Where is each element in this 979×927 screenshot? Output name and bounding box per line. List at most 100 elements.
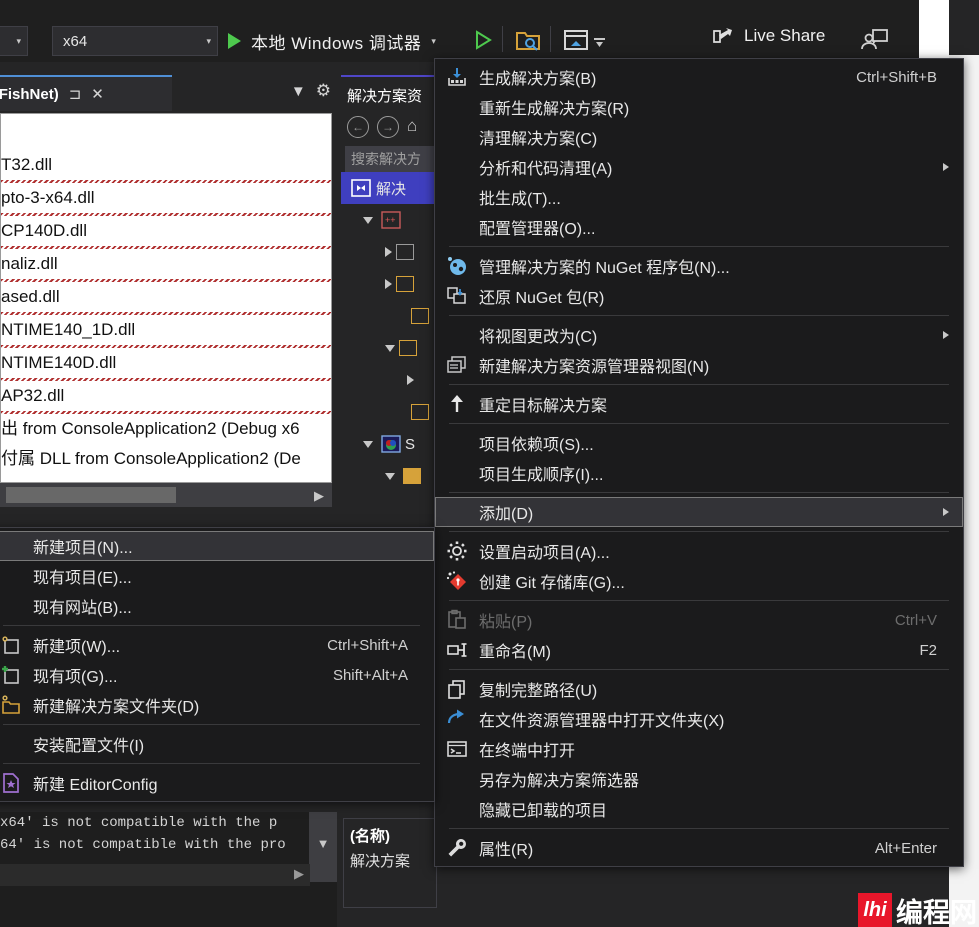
menu-item-label: 复制完整路径(U) <box>479 683 598 700</box>
open-folder-explorer-icon <box>435 708 479 730</box>
account-icon[interactable] <box>858 24 890 56</box>
solution-explorer-search-input[interactable]: 搜索解决方 <box>345 146 437 172</box>
configuration-combo[interactable]: g ▾ <box>0 26 28 56</box>
menu-separator <box>449 492 949 493</box>
menu-item[interactable]: 添加(D) <box>435 497 963 527</box>
menu-item[interactable]: 批生成(T)... <box>435 182 963 212</box>
filter-icon[interactable]: ▼ <box>291 83 306 100</box>
tree-node[interactable] <box>341 236 437 268</box>
menu-item[interactable]: 重命名(M) F2 <box>435 635 963 665</box>
menu-item[interactable]: 配置管理器(O)... <box>435 212 963 242</box>
error-line: x64' is not compatible with the p <box>0 815 278 831</box>
expander-icon[interactable] <box>407 375 414 385</box>
menu-item[interactable]: 新建项目(N)... <box>0 531 434 561</box>
expander-icon[interactable] <box>385 344 395 352</box>
menu-item[interactable]: 创建 Git 存储库(G)... <box>435 566 963 596</box>
document-editor[interactable]: T32.dll pto-3-x64.dll CP140D.dll naliz.dll a… <box>0 113 332 483</box>
menu-item-label: 项目依赖项(S)... <box>479 437 594 454</box>
menu-item[interactable]: 重定目标解决方案 <box>435 389 963 419</box>
menu-item[interactable]: 新建解决方案文件夹(D) <box>0 690 434 720</box>
start-debugging-button[interactable]: 本地 Windows 调试器 ▾ <box>228 24 436 58</box>
project-node[interactable]: ++ <box>341 204 437 236</box>
live-share-button[interactable]: Live Share <box>710 24 825 48</box>
expander-icon[interactable] <box>385 472 395 480</box>
chevron-down-icon: ▾ <box>206 35 211 46</box>
menu-item[interactable]: 隐藏已卸载的项目 <box>435 794 963 824</box>
expander-icon[interactable] <box>363 216 373 224</box>
open-folder-search-icon[interactable] <box>512 24 544 56</box>
toolbar-overflow-icon[interactable] <box>592 34 608 50</box>
solution-root-label: 解决 <box>376 180 407 198</box>
menu-item[interactable]: 新建 EditorConfig <box>0 768 434 798</box>
scroll-right-arrow-icon[interactable]: ▶ <box>294 866 304 882</box>
expander-icon[interactable] <box>363 440 373 448</box>
menu-item[interactable]: 现有项(G)... Shift+Alt+A <box>0 660 434 690</box>
document-line: naliz.dll <box>1 254 58 273</box>
menu-item[interactable]: 复制完整路径(U) <box>435 674 963 704</box>
menu-item-shortcut: Alt+Enter <box>874 839 937 857</box>
tree-node[interactable] <box>341 300 437 332</box>
tree-node[interactable] <box>341 332 437 364</box>
menu-item[interactable]: 生成解决方案(B) Ctrl+Shift+B <box>435 62 963 92</box>
document-line: NTIME140D.dll <box>1 353 117 372</box>
solution-icon <box>351 179 371 197</box>
menu-item[interactable]: 安装配置文件(I) <box>0 729 434 759</box>
menu-item-label: 批生成(T)... <box>479 191 561 208</box>
menu-item[interactable]: 在终端中打开 <box>435 734 963 764</box>
menu-item[interactable]: 新建解决方案资源管理器视图(N) <box>435 350 963 380</box>
menu-item[interactable]: 项目依赖项(S)... <box>435 428 963 458</box>
main-toolbar: g ▾ x64 ▾ 本地 Windows 调试器 ▾ <box>0 0 949 62</box>
gear-icon[interactable]: ⚙ <box>316 81 331 101</box>
tree-node-s[interactable]: S <box>341 428 437 460</box>
scroll-down-arrow-icon[interactable]: ▼ <box>309 812 337 851</box>
menu-item-label: 重新生成解决方案(R) <box>479 101 630 118</box>
back-icon[interactable]: ← <box>347 116 369 138</box>
menu-item[interactable]: 项目生成顺序(I)... <box>435 458 963 488</box>
error-list-hscroll[interactable]: ▶ <box>0 864 310 886</box>
menu-item-label: 创建 Git 存储库(G)... <box>479 575 625 592</box>
forward-icon[interactable]: → <box>377 116 399 138</box>
close-icon[interactable]: ✕ <box>91 85 104 103</box>
scrollbar-thumb[interactable] <box>6 487 176 503</box>
scroll-right-arrow-icon[interactable]: ▶ <box>314 488 324 504</box>
menu-item[interactable]: 清理解决方案(C) <box>435 122 963 152</box>
tree-node[interactable] <box>341 268 437 300</box>
menu-item[interactable]: 现有网站(B)... <box>0 591 434 621</box>
panel-tools: ▼ ⚙ <box>291 81 331 101</box>
tree-node[interactable] <box>341 396 437 428</box>
menu-item-label: 新建解决方案资源管理器视图(N) <box>479 359 710 376</box>
document-tab[interactable]: SeaFishNet) ⊐ ✕ <box>0 75 172 111</box>
menu-item[interactable]: 新建项(W)... Ctrl+Shift+A <box>0 630 434 660</box>
platform-combo[interactable]: x64 ▾ <box>52 26 218 56</box>
solution-context-menu[interactable]: 生成解决方案(B) Ctrl+Shift+B 重新生成解决方案(R) 清理解决方案(C… <box>434 58 964 867</box>
menu-item-label: 配置管理器(O)... <box>479 221 596 238</box>
document-line: AP32.dll <box>1 386 65 405</box>
window-layout-icon[interactable] <box>560 24 592 56</box>
expander-icon[interactable] <box>385 279 392 289</box>
expander-icon[interactable] <box>385 247 392 257</box>
menu-item[interactable]: 将视图更改为(C) <box>435 320 963 350</box>
menu-item[interactable]: 分析和代码清理(A) <box>435 152 963 182</box>
menu-item[interactable]: 还原 NuGet 包(R) <box>435 281 963 311</box>
document-line: pto-3-x64.dll <box>1 188 95 207</box>
new-item-icon <box>0 634 33 656</box>
property-value[interactable]: 解决方案 <box>350 850 436 871</box>
add-submenu[interactable]: 新建项目(N)... 现有项目(E)... 现有网站(B)... 新建项(W)... C… <box>0 527 435 802</box>
start-without-debugging-icon[interactable] <box>466 24 498 56</box>
solution-root-node[interactable]: 解决 <box>341 172 437 204</box>
pin-icon[interactable]: ⊐ <box>69 85 82 103</box>
tree-node[interactable] <box>341 364 437 396</box>
chevron-down-icon: ▾ <box>431 35 436 46</box>
menu-item[interactable]: 设置启动项目(A)... <box>435 536 963 566</box>
menu-item[interactable]: 在文件资源管理器中打开文件夹(X) <box>435 704 963 734</box>
home-icon[interactable]: ⌂ <box>407 116 417 138</box>
menu-item[interactable]: 重新生成解决方案(R) <box>435 92 963 122</box>
document-tab-title: SeaFishNet) <box>0 85 59 103</box>
menu-item[interactable]: 管理解决方案的 NuGet 程序包(N)... <box>435 251 963 281</box>
tree-node[interactable] <box>341 460 437 492</box>
horizontal-scrollbar[interactable]: ▶ <box>0 483 332 507</box>
menu-item[interactable]: 现有项目(E)... <box>0 561 434 591</box>
error-list-vscroll[interactable]: ▼ <box>309 812 337 882</box>
menu-item[interactable]: 另存为解决方案筛选器 <box>435 764 963 794</box>
menu-item[interactable]: 属性(R) Alt+Enter <box>435 833 963 863</box>
